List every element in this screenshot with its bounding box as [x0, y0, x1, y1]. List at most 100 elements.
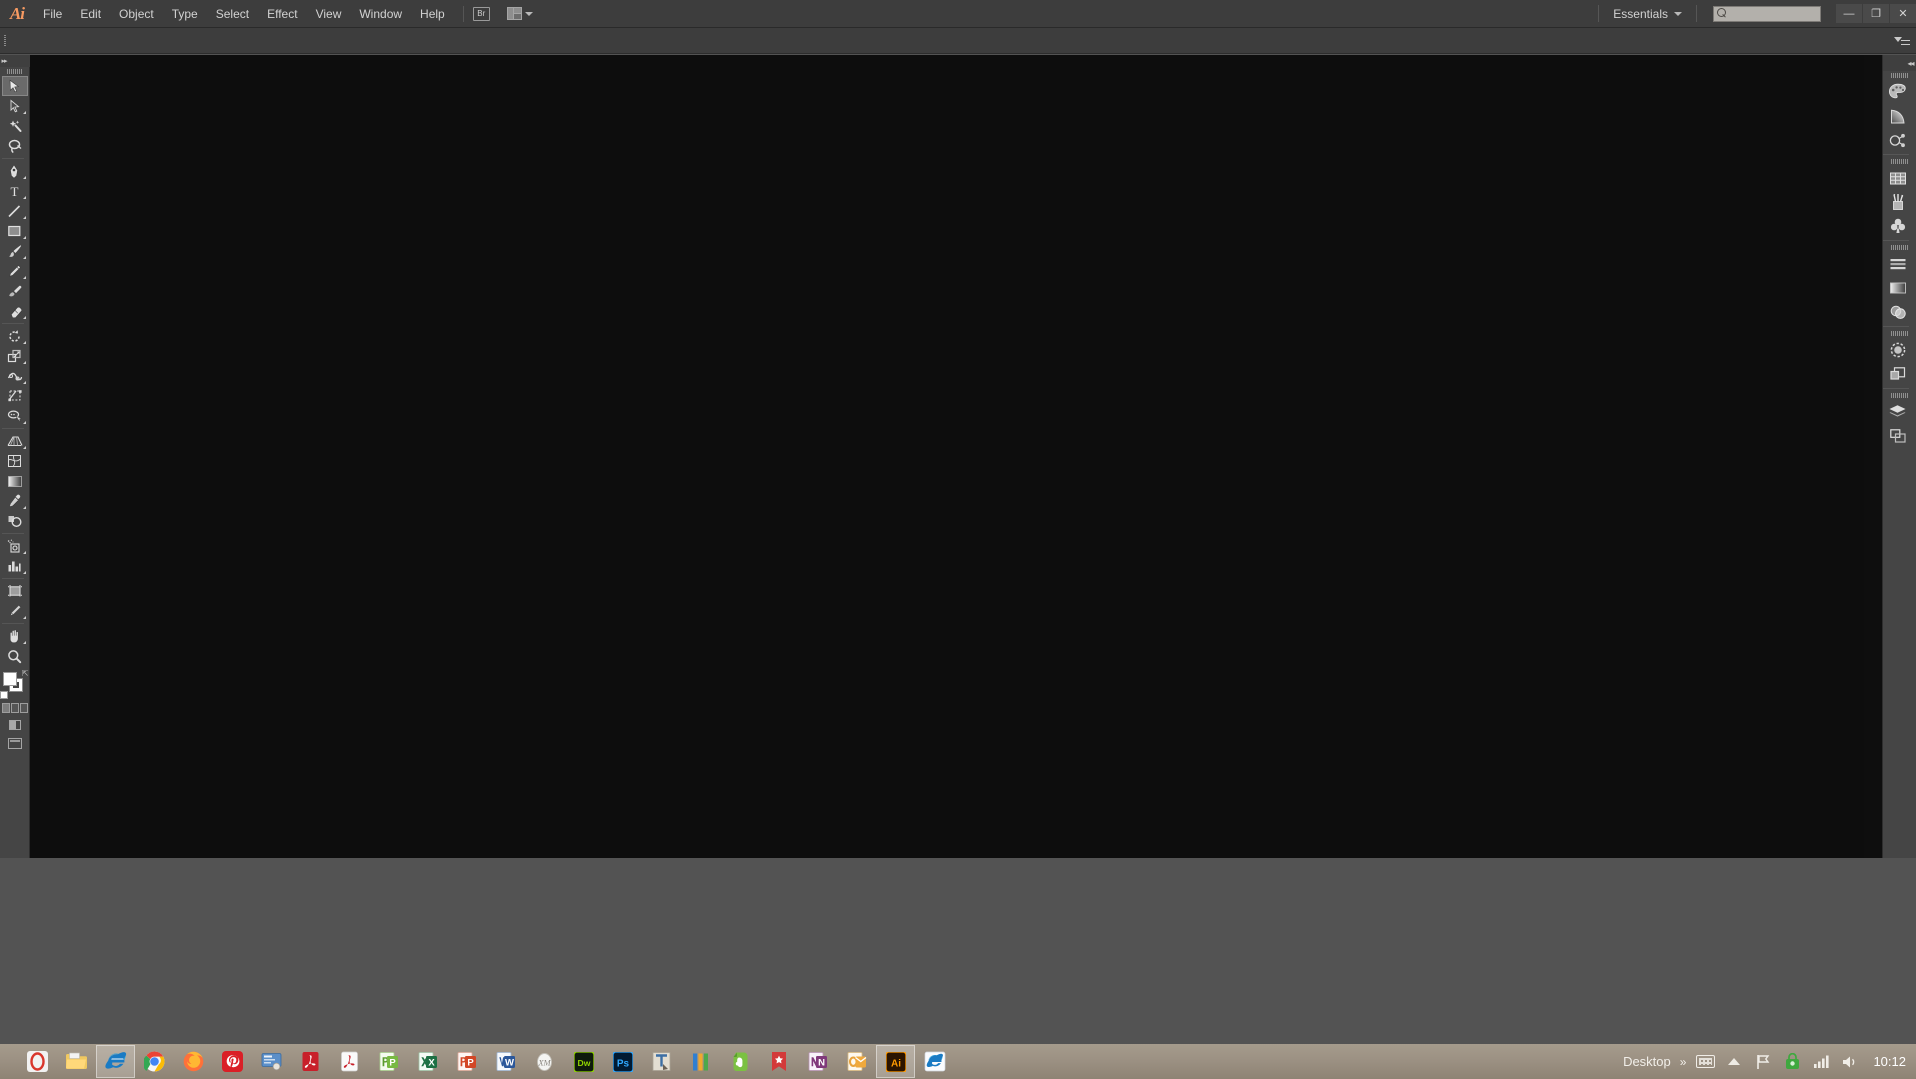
- paintbrush-tool[interactable]: [2, 241, 28, 261]
- default-fill-stroke-icon[interactable]: [0, 691, 8, 699]
- empty-document-area[interactable]: [30, 55, 1864, 858]
- clock[interactable]: 10:12: [1873, 1054, 1906, 1069]
- dock-group-grip[interactable]: [1883, 71, 1916, 80]
- type-tool[interactable]: T: [2, 181, 28, 201]
- direct-selection-tool[interactable]: [2, 96, 28, 116]
- symbol-sprayer-tool[interactable]: [2, 536, 28, 556]
- arrange-documents-button[interactable]: [506, 7, 533, 20]
- close-button[interactable]: ✕: [1890, 4, 1916, 23]
- panel-menu-icon[interactable]: [1894, 34, 1910, 48]
- color-guide-panel[interactable]: [1883, 104, 1913, 128]
- color-panel[interactable]: [1883, 80, 1913, 104]
- transparency-panel[interactable]: [1883, 300, 1913, 324]
- evernote-taskbar-icon[interactable]: [720, 1045, 759, 1078]
- scale-tool[interactable]: [2, 346, 28, 366]
- menu-item-object[interactable]: Object: [110, 0, 163, 28]
- opera-taskbar-icon[interactable]: [18, 1045, 57, 1078]
- layers-panel[interactable]: [1883, 400, 1913, 424]
- menu-item-window[interactable]: Window: [350, 0, 411, 28]
- screen-mode-button[interactable]: [2, 734, 28, 752]
- bridge-button[interactable]: Br: [472, 6, 490, 21]
- photoshop-taskbar-icon[interactable]: Ps: [603, 1045, 642, 1078]
- graphic-styles-panel[interactable]: [1883, 362, 1913, 386]
- show-hidden-icons-icon[interactable]: [1724, 1053, 1744, 1071]
- outlook-taskbar-icon[interactable]: [837, 1045, 876, 1078]
- drawing-modes-button[interactable]: [2, 716, 28, 734]
- adobe-reader-taskbar-icon[interactable]: [291, 1045, 330, 1078]
- excel-taskbar-icon[interactable]: X: [408, 1045, 447, 1078]
- eyedropper-tool[interactable]: [2, 491, 28, 511]
- none-mode-button[interactable]: [19, 703, 28, 713]
- dock-group-grip[interactable]: [1883, 157, 1916, 166]
- dock-collapse-button[interactable]: ◂◂: [1882, 55, 1916, 71]
- action-center-flag-icon[interactable]: [1753, 1053, 1773, 1071]
- symbols-panel[interactable]: [1883, 214, 1913, 238]
- menu-item-view[interactable]: View: [307, 0, 351, 28]
- align-panel[interactable]: [1883, 252, 1913, 276]
- menu-item-select[interactable]: Select: [207, 0, 258, 28]
- pencil-tool[interactable]: [2, 261, 28, 281]
- dreamweaver-taskbar-icon[interactable]: Dw: [564, 1045, 603, 1078]
- shape-builder-tool[interactable]: [2, 406, 28, 426]
- magic-wand-tool[interactable]: [2, 116, 28, 136]
- menu-item-effect[interactable]: Effect: [258, 0, 306, 28]
- gradient-panel[interactable]: [1883, 276, 1913, 300]
- typography-app-taskbar-icon[interactable]: [642, 1045, 681, 1078]
- pen-tool[interactable]: [2, 161, 28, 181]
- powerpoint-viewer-taskbar-icon[interactable]: P: [369, 1045, 408, 1078]
- google-chrome-taskbar-icon[interactable]: [135, 1045, 174, 1078]
- dock-group-grip[interactable]: [1883, 329, 1916, 338]
- firefox-taskbar-icon[interactable]: [174, 1045, 213, 1078]
- rectangle-tool[interactable]: [2, 221, 28, 241]
- menu-item-type[interactable]: Type: [163, 0, 207, 28]
- gradient-mode-button[interactable]: [10, 703, 19, 713]
- control-bar-grip[interactable]: [0, 28, 10, 54]
- word-taskbar-icon[interactable]: W: [486, 1045, 525, 1078]
- tools-panel-grip[interactable]: [0, 67, 30, 76]
- search-input[interactable]: [1726, 7, 1817, 20]
- network-signal-icon[interactable]: [1811, 1053, 1831, 1071]
- hand-tool[interactable]: [2, 626, 28, 646]
- gradient-tool[interactable]: [2, 471, 28, 491]
- slice-tool[interactable]: [2, 601, 28, 621]
- internet-explorer-taskbar-icon[interactable]: [96, 1045, 135, 1078]
- creative-cloud-taskbar-icon[interactable]: [213, 1045, 252, 1078]
- dock-group-grip[interactable]: [1883, 391, 1916, 400]
- blend-tool[interactable]: [2, 511, 28, 531]
- internet-explorer-2-taskbar-icon[interactable]: [915, 1045, 954, 1078]
- bookmark-app-taskbar-icon[interactable]: [759, 1045, 798, 1078]
- line-segment-tool[interactable]: [2, 201, 28, 221]
- rotate-tool[interactable]: [2, 326, 28, 346]
- volume-icon[interactable]: [1840, 1053, 1860, 1071]
- onenote-taskbar-icon[interactable]: N: [798, 1045, 837, 1078]
- tools-panel-collapse-button[interactable]: ▸▸: [0, 55, 30, 67]
- minimize-button[interactable]: —: [1836, 4, 1862, 23]
- security-lock-icon[interactable]: [1782, 1053, 1802, 1071]
- menu-item-help[interactable]: Help: [411, 0, 454, 28]
- illustrator-taskbar-icon[interactable]: Ai: [876, 1045, 915, 1078]
- search-box[interactable]: [1713, 5, 1821, 22]
- fill-stroke-control[interactable]: ⇱: [0, 669, 30, 699]
- perspective-grid-tool[interactable]: [2, 431, 28, 451]
- lasso-tool[interactable]: [2, 136, 28, 156]
- brushes-panel[interactable]: [1883, 190, 1913, 214]
- menu-item-file[interactable]: File: [34, 0, 71, 28]
- touch-keyboard-icon[interactable]: [1695, 1053, 1715, 1071]
- artboard-tool[interactable]: [2, 581, 28, 601]
- selection-tool[interactable]: [1, 76, 28, 96]
- xmind-taskbar-icon[interactable]: XM: [525, 1045, 564, 1078]
- artboards-panel[interactable]: [1883, 424, 1913, 448]
- canvas-area[interactable]: [30, 55, 1882, 858]
- free-transform-tool[interactable]: [2, 386, 28, 406]
- workspace-switcher[interactable]: Essentials: [1609, 7, 1686, 21]
- powerpoint-taskbar-icon[interactable]: P: [447, 1045, 486, 1078]
- swap-fill-stroke-icon[interactable]: ⇱: [22, 669, 29, 678]
- desktop-toolbar-label[interactable]: Desktop: [1623, 1054, 1671, 1069]
- toolbar-overflow-icon[interactable]: »: [1680, 1055, 1687, 1069]
- blob-brush-tool[interactable]: [2, 281, 28, 301]
- mesh-tool[interactable]: [2, 451, 28, 471]
- bars-app-taskbar-icon[interactable]: [681, 1045, 720, 1078]
- remote-desktop-taskbar-icon[interactable]: [252, 1045, 291, 1078]
- restore-button[interactable]: ❐: [1863, 4, 1889, 23]
- eraser-tool[interactable]: [2, 301, 28, 321]
